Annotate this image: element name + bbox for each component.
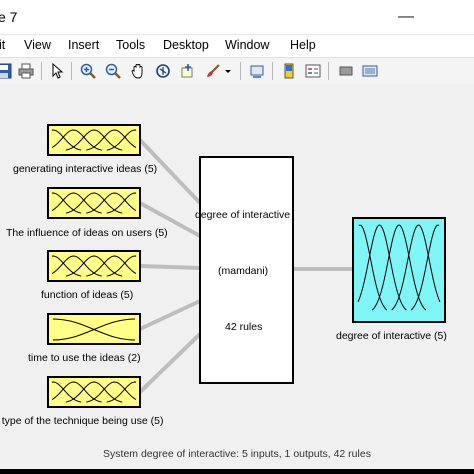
menu-help[interactable]: Help [290, 38, 316, 52]
fis-diagram-canvas: generating interactive ideas (5) The inf… [0, 84, 474, 474]
show-plot-tools-icon [362, 65, 378, 77]
input-label-3: function of ideas (5) [41, 289, 134, 301]
show-plot-tools-button[interactable] [360, 61, 380, 81]
window-bottom-border [0, 469, 474, 474]
menu-bar: it View Insert Tools Desktop Window Help [0, 35, 474, 57]
brush-dropdown-button[interactable] [222, 61, 234, 81]
brush-button[interactable] [203, 61, 223, 81]
pan-icon [131, 64, 143, 79]
toolbar [0, 57, 474, 85]
hide-plot-tools-button[interactable] [336, 61, 356, 81]
menu-view[interactable]: View [24, 38, 51, 52]
print-button[interactable] [16, 61, 36, 81]
colorbar-icon [284, 63, 294, 79]
menu-window[interactable]: Window [225, 38, 269, 52]
system-rules: 42 rules [225, 321, 263, 333]
rotate-button[interactable] [153, 61, 173, 81]
input-connector [139, 264, 201, 270]
legend-icon [305, 64, 321, 78]
input-label-4: time to use the ideas (2) [28, 352, 141, 364]
system-type: (mamdani) [218, 265, 269, 277]
title-bar: e 7 — [0, 0, 474, 35]
output-label: degree of interactive (5) [336, 330, 447, 342]
window-title: e 7 [0, 9, 18, 25]
fis-editor-window: e 7 — it View Insert Tools Desktop Windo… [0, 0, 474, 474]
hide-plot-tools-icon [339, 66, 353, 76]
toolbar-separator [41, 62, 42, 80]
minimize-icon: — [398, 8, 414, 25]
toolbar-separator [272, 62, 273, 80]
input-label-1: generating interactive ideas (5) [13, 163, 158, 175]
system-name: degree of interactive [195, 209, 291, 221]
pan-button[interactable] [128, 61, 148, 81]
menu-edit[interactable]: it [0, 38, 5, 52]
brush-dropdown-icon [225, 70, 231, 73]
save-button[interactable] [0, 61, 14, 81]
legend-button[interactable] [303, 61, 323, 81]
minimize-button[interactable]: — [392, 4, 420, 30]
link-plot-button[interactable] [247, 61, 267, 81]
status-text: System degree of interactive: 5 inputs, … [103, 448, 371, 460]
data-cursor-icon [181, 64, 193, 78]
input-label-5: e type of the technique being use (5) [0, 415, 164, 427]
input-connector [139, 299, 201, 331]
zoom-out-icon [105, 63, 121, 79]
menu-insert[interactable]: Insert [68, 38, 99, 52]
menu-desktop[interactable]: Desktop [163, 38, 209, 52]
data-cursor-button[interactable] [178, 61, 198, 81]
link-icon [250, 65, 264, 78]
menu-tools[interactable]: Tools [116, 38, 145, 52]
print-icon [18, 63, 34, 79]
colorbar-button[interactable] [279, 61, 299, 81]
pointer-icon [52, 63, 64, 79]
input-label-2: The influence of ideas on users (5) [6, 227, 168, 239]
toolbar-separator [71, 62, 72, 80]
brush-icon [207, 64, 220, 77]
edit-plot-button[interactable] [47, 61, 67, 81]
toolbar-separator [328, 62, 329, 80]
zoom-out-button[interactable] [103, 61, 123, 81]
toolbar-separator [240, 62, 241, 80]
rotate-icon [156, 64, 170, 78]
zoom-in-icon [80, 63, 96, 79]
save-icon [0, 63, 12, 79]
input-connector [138, 332, 202, 394]
zoom-in-button[interactable] [78, 61, 98, 81]
